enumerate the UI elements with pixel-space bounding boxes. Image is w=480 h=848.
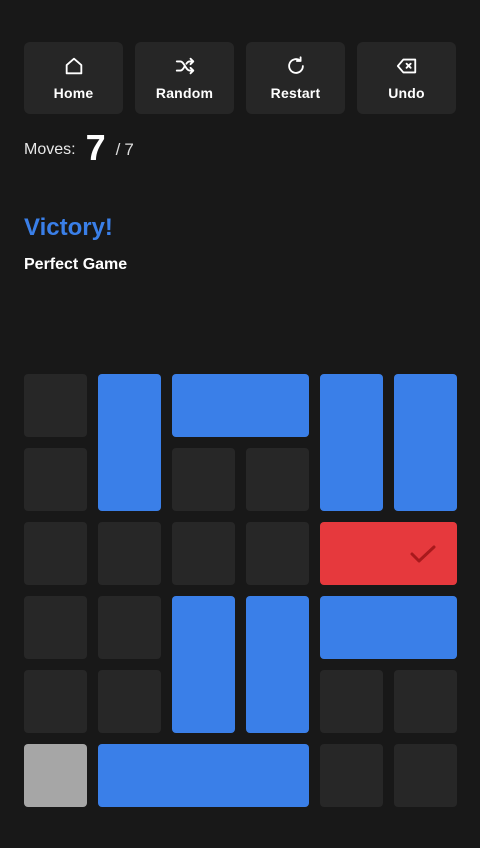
undo-button[interactable]: Undo <box>357 42 456 114</box>
blue-block[interactable] <box>320 374 383 511</box>
undo-icon <box>396 55 418 77</box>
board-cell <box>246 522 309 585</box>
board-cell <box>24 670 87 733</box>
blue-block[interactable] <box>320 596 457 659</box>
blue-block[interactable] <box>246 596 309 733</box>
undo-label: Undo <box>388 85 425 101</box>
home-icon <box>63 55 85 77</box>
moves-counter: Moves: 7 / 7 <box>24 126 134 170</box>
restart-label: Restart <box>270 85 321 101</box>
random-button[interactable]: Random <box>135 42 234 114</box>
board-cell <box>246 448 309 511</box>
board-cell <box>394 670 457 733</box>
board-cell <box>172 522 235 585</box>
board-cell <box>172 448 235 511</box>
shuffle-icon <box>174 55 196 77</box>
blue-block[interactable] <box>394 374 457 511</box>
exit-block[interactable] <box>24 744 87 807</box>
moves-count: 7 <box>85 127 106 168</box>
blue-block[interactable] <box>98 374 161 511</box>
moves-label: Moves: <box>24 141 76 158</box>
target-block[interactable] <box>320 522 457 585</box>
board-cell <box>394 744 457 807</box>
board-cell <box>320 670 383 733</box>
status-subtitle: Perfect Game <box>24 256 128 273</box>
home-button[interactable]: Home <box>24 42 123 114</box>
restart-button[interactable]: Restart <box>246 42 345 114</box>
board-cell <box>98 522 161 585</box>
status-title: Victory! <box>24 214 113 241</box>
blue-block[interactable] <box>172 596 235 733</box>
moves-separator: / <box>115 140 121 159</box>
random-label: Random <box>155 85 214 101</box>
checkmark-icon <box>410 545 436 562</box>
board-cell <box>320 744 383 807</box>
board-cell <box>24 522 87 585</box>
game-board <box>24 374 457 807</box>
board-cell <box>24 596 87 659</box>
board-cell <box>98 670 161 733</box>
board-cell <box>24 374 87 437</box>
restart-icon <box>285 55 307 77</box>
toolbar: Home Random Restart Undo <box>24 42 456 114</box>
board-cell <box>24 448 87 511</box>
moves-target: 7 <box>124 140 134 159</box>
blue-block[interactable] <box>172 374 309 437</box>
home-label: Home <box>53 85 94 101</box>
board-cell <box>98 596 161 659</box>
blue-block[interactable] <box>98 744 309 807</box>
